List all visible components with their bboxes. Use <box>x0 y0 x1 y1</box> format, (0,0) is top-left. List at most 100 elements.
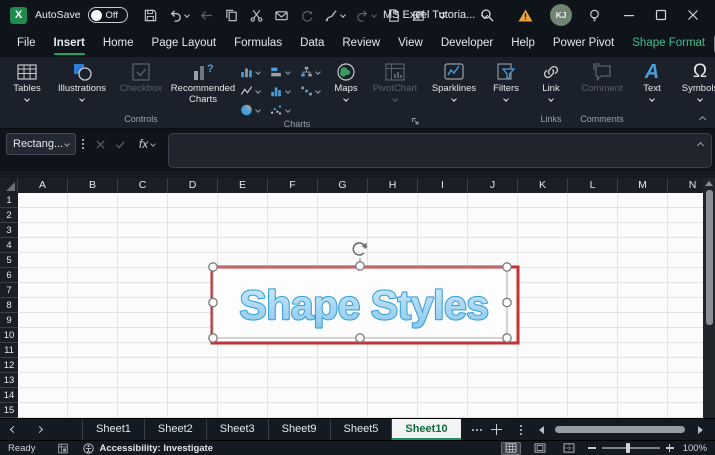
handle-bottom-middle[interactable] <box>355 333 365 343</box>
autosave-control[interactable]: AutoSave Off <box>35 7 128 23</box>
link-button[interactable]: Link <box>532 60 570 102</box>
rotate-handle[interactable] <box>352 242 367 265</box>
column-header-e[interactable]: E <box>218 178 268 193</box>
row-header-6[interactable]: 6 <box>0 268 18 283</box>
accessibility-status[interactable]: Accessibility: Investigate <box>83 443 213 454</box>
row-header-14[interactable]: 14 <box>0 388 18 403</box>
row-header-15[interactable]: 15 <box>0 403 18 418</box>
row-header-1[interactable]: 1 <box>0 193 18 208</box>
select-all-button[interactable] <box>0 178 18 193</box>
minimize-button[interactable] <box>613 0 645 30</box>
menu-tab-file[interactable]: File <box>8 30 45 57</box>
menu-tab-help[interactable]: Help <box>502 30 544 57</box>
handle-top-left[interactable] <box>208 262 218 272</box>
horizontal-scroll-thumb[interactable] <box>554 426 685 433</box>
tab-options-icon[interactable] <box>509 419 533 440</box>
macro-record-icon[interactable] <box>57 443 69 454</box>
normal-view-button[interactable] <box>500 441 521 455</box>
close-button[interactable] <box>677 0 709 30</box>
page-layout-view-button[interactable] <box>530 442 550 455</box>
column-header-c[interactable]: C <box>118 178 168 193</box>
row-header-9[interactable]: 9 <box>0 313 18 328</box>
page-break-preview-button[interactable] <box>559 442 579 455</box>
scroll-up-icon[interactable] <box>705 181 713 186</box>
filters-dropdown-icon[interactable] <box>503 95 509 102</box>
illustrations-button[interactable]: Illustrations <box>54 60 110 102</box>
row-header-10[interactable]: 10 <box>0 328 18 343</box>
sheet-tab-sheet2[interactable]: Sheet2 <box>145 419 207 440</box>
formula-input[interactable] <box>168 133 712 168</box>
sheet-tab-sheet9[interactable]: Sheet9 <box>269 419 331 440</box>
column-header-h[interactable]: H <box>368 178 418 193</box>
zoom-thumb[interactable] <box>626 443 631 453</box>
zoom-in-icon[interactable] <box>665 444 674 452</box>
title-dropdown-icon[interactable] <box>481 11 489 19</box>
scroll-right-icon[interactable] <box>698 425 703 434</box>
insert-statistic-chart-button[interactable] <box>264 81 294 100</box>
warning-icon[interactable] <box>503 0 547 30</box>
insert-waterfall-chart-button[interactable] <box>294 81 324 100</box>
column-header-j[interactable]: J <box>468 178 518 193</box>
column-header-m[interactable]: M <box>618 178 668 193</box>
tables-dropdown-icon[interactable] <box>24 95 30 102</box>
symbols-button[interactable]: Ω Symbols <box>676 60 715 102</box>
link-dropdown-icon[interactable] <box>548 95 554 102</box>
insert-pie-chart-button[interactable] <box>234 100 264 119</box>
handle-middle-right[interactable] <box>502 297 512 308</box>
vertical-scroll-thumb[interactable] <box>705 190 713 325</box>
row-header-8[interactable]: 8 <box>0 298 18 313</box>
menu-tab-power-pivot[interactable]: Power Pivot <box>544 30 623 57</box>
excel-app-icon[interactable]: X <box>10 6 27 24</box>
handle-top-right[interactable] <box>502 262 512 272</box>
ink-pen-dropdown-icon[interactable] <box>339 12 346 18</box>
column-header-f[interactable]: F <box>268 178 318 193</box>
lightbulb-icon[interactable] <box>575 0 613 30</box>
email-button[interactable] <box>271 6 292 25</box>
text-dropdown-icon[interactable] <box>649 95 655 102</box>
menu-tab-review[interactable]: Review <box>333 30 389 57</box>
document-title[interactable]: MS Excel Tutoria... <box>383 0 489 30</box>
recommended-charts-button[interactable]: ? Recommended Charts <box>171 60 235 105</box>
handle-top-middle[interactable] <box>355 261 365 271</box>
autosave-toggle[interactable]: Off <box>87 7 128 23</box>
horizontal-scrollbar[interactable] <box>537 419 711 440</box>
name-box-dropdown-icon[interactable] <box>64 141 70 147</box>
row-header-3[interactable]: 3 <box>0 223 18 238</box>
maps-button[interactable]: Maps <box>324 60 368 102</box>
insert-scatter-chart-button[interactable] <box>264 100 294 119</box>
zoom-slider[interactable] <box>587 443 674 453</box>
zoom-out-icon[interactable] <box>587 447 596 449</box>
zoom-level[interactable]: 100% <box>683 443 707 454</box>
avatar[interactable]: KJ <box>547 0 575 30</box>
charts-dialog-launcher-icon[interactable] <box>410 116 420 126</box>
prev-sheet-icon[interactable] <box>0 425 26 434</box>
formula-bar-separator[interactable] <box>76 133 90 155</box>
save-button[interactable] <box>140 6 161 25</box>
text-button[interactable]: A Text <box>634 60 670 102</box>
handle-bottom-left[interactable] <box>208 333 218 343</box>
row-header-7[interactable]: 7 <box>0 283 18 298</box>
insert-function-button[interactable]: fx <box>130 133 164 155</box>
menu-tab-page-layout[interactable]: Page Layout <box>143 30 226 57</box>
symbols-dropdown-icon[interactable] <box>697 95 703 102</box>
sparklines-dropdown-icon[interactable] <box>451 95 457 102</box>
maps-dropdown-icon[interactable] <box>343 95 349 102</box>
shape-text[interactable]: Shape Styles <box>238 281 490 329</box>
row-header-12[interactable]: 12 <box>0 358 18 373</box>
insert-bar-chart-button[interactable] <box>264 62 294 81</box>
illustrations-dropdown-icon[interactable] <box>79 95 85 102</box>
insert-hierarchy-chart-button[interactable] <box>294 62 324 81</box>
selected-shape[interactable]: Shape Styles <box>200 228 530 358</box>
column-header-b[interactable]: B <box>68 178 118 193</box>
more-sheets-icon[interactable] <box>461 419 485 440</box>
menu-tab-shape-format[interactable]: Shape Format <box>623 30 714 57</box>
zoom-track[interactable] <box>601 443 660 453</box>
handle-bottom-right[interactable] <box>502 333 512 343</box>
column-header-a[interactable]: A <box>18 178 68 193</box>
name-box[interactable]: Rectang... <box>6 133 76 155</box>
menu-tab-formulas[interactable]: Formulas <box>225 30 291 57</box>
sheet-tab-sheet10[interactable]: Sheet10 <box>392 419 461 440</box>
column-header-k[interactable]: K <box>518 178 568 193</box>
sheet-tab-sheet5[interactable]: Sheet5 <box>331 419 393 440</box>
row-header-13[interactable]: 13 <box>0 373 18 388</box>
